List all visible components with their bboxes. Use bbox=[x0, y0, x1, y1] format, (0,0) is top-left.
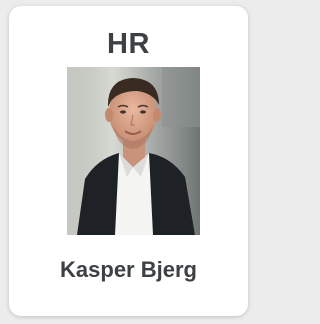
department-title: HR bbox=[107, 28, 150, 60]
employee-card[interactable]: HR Kasper Bjerg bbox=[9, 6, 248, 316]
employee-photo bbox=[67, 67, 200, 235]
employee-name: Kasper Bjerg bbox=[60, 257, 197, 282]
